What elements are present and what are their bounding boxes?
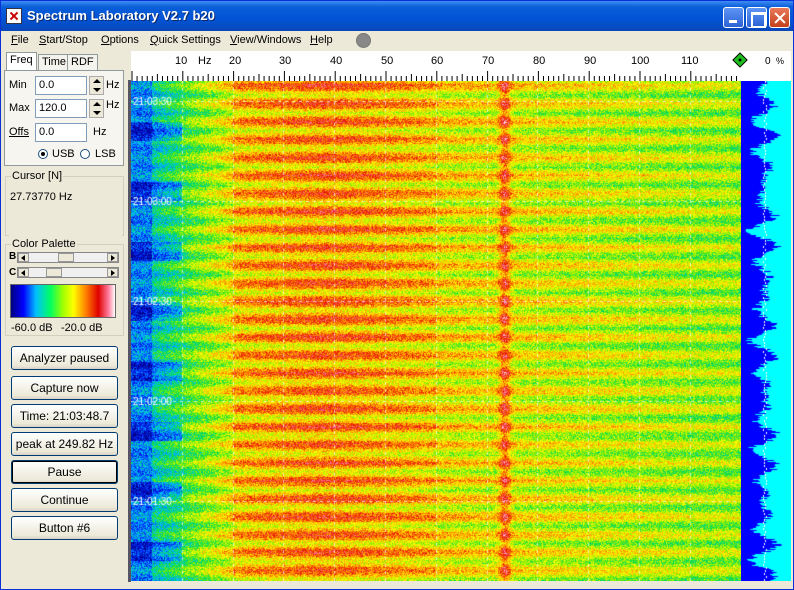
window-title: Spectrum Laboratory V2.7 b20: [27, 8, 215, 23]
offs-label: Offs: [9, 126, 29, 138]
scale-label: 50: [381, 55, 393, 67]
max-unit-label: Hz: [106, 99, 120, 111]
maximize-button[interactable]: [746, 7, 767, 28]
contrast-label: C: [9, 267, 17, 278]
min-freq-spinner[interactable]: [89, 76, 104, 95]
scale-label: 10: [175, 55, 187, 67]
scale-label: 70: [482, 55, 494, 67]
status-indicator-icon: [356, 33, 371, 48]
menu-file[interactable]: File: [11, 34, 29, 46]
slider-right-arrow-icon[interactable]: [107, 268, 118, 277]
max-label: Max: [9, 102, 30, 114]
cursor-frequency-value: 27.73770 Hz: [10, 191, 73, 203]
scale-label: Hz: [198, 55, 211, 67]
usb-label: USB: [52, 148, 75, 160]
frequency-scale[interactable]: 10 Hz 20 30 40 50 60 70 80 90 100 110 0%: [131, 51, 791, 81]
close-button[interactable]: [769, 7, 790, 28]
menu-start-stop[interactable]: Start/Stop: [39, 34, 88, 46]
scale-label: 30: [279, 55, 291, 67]
app-icon[interactable]: [6, 8, 22, 24]
app-window: Spectrum Laboratory V2.7 b20 File Start/…: [0, 0, 794, 590]
min-label: Min: [9, 79, 27, 91]
analyzer-paused-button[interactable]: Analyzer paused: [11, 346, 118, 370]
scale-label: 20: [229, 55, 241, 67]
spectrum-side-graph: [741, 81, 791, 581]
slider-left-arrow-icon[interactable]: [18, 253, 29, 262]
min-unit-label: Hz: [106, 79, 120, 91]
freq-settings-panel: Min 0.0 Hz Max 120.0 Hz Offs 0.0 Hz USB …: [4, 70, 124, 166]
color-palette-group: Color Palette B C -60.0 dB -20.0 dB: [5, 238, 124, 336]
level-scale-unit: %: [776, 56, 784, 66]
brightness-label: B: [9, 251, 17, 262]
scale-label: 60: [431, 55, 443, 67]
tab-freq[interactable]: Freq: [6, 52, 37, 71]
slider-right-arrow-icon[interactable]: [107, 253, 118, 262]
title-bar[interactable]: Spectrum Laboratory V2.7 b20: [1, 1, 793, 31]
tab-rdf[interactable]: RDF: [67, 54, 98, 71]
menu-options[interactable]: Options: [101, 34, 139, 46]
scale-label: 40: [330, 55, 342, 67]
brightness-slider-thumb[interactable]: [58, 253, 74, 262]
min-freq-input[interactable]: 0.0: [35, 76, 87, 95]
peak-button[interactable]: peak at 249.82 Hz: [11, 432, 118, 456]
pause-button[interactable]: Pause: [11, 460, 118, 484]
scale-label: 90: [584, 55, 596, 67]
color-palette-title: Color Palette: [11, 238, 77, 250]
brightness-slider[interactable]: [17, 252, 119, 263]
scale-label: 100: [631, 55, 649, 67]
scale-label: 80: [533, 55, 545, 67]
cursor-group-title: Cursor [N]: [11, 170, 64, 182]
menu-quick-settings[interactable]: Quick Settings: [150, 34, 221, 46]
usb-radio[interactable]: [38, 149, 48, 159]
waterfall-display[interactable]: [131, 81, 741, 581]
cursor-readout: 27.73770 Hz: [9, 191, 122, 236]
contrast-slider[interactable]: [17, 267, 119, 278]
slider-left-arrow-icon[interactable]: [18, 268, 29, 277]
lsb-radio[interactable]: [80, 149, 90, 159]
spectrogram-area: 10 Hz 20 30 40 50 60 70 80 90 100 110 0%: [128, 51, 793, 589]
control-panel: Freq Time RDF Min 0.0 Hz Max 120.0 Hz Of…: [1, 51, 127, 589]
marker-dot-icon: [738, 58, 742, 62]
lsb-label: LSB: [95, 148, 116, 160]
menu-bar: File Start/Stop Options Quick Settings V…: [1, 31, 793, 51]
scale-label: 110: [681, 55, 699, 67]
cursor-group: Cursor [N] 27.73770 Hz: [5, 170, 124, 236]
minimize-button[interactable]: [723, 7, 744, 28]
menu-help[interactable]: Help: [310, 34, 333, 46]
max-freq-input[interactable]: 120.0: [35, 99, 87, 118]
offset-input[interactable]: 0.0: [35, 123, 87, 142]
button-6[interactable]: Button #6: [11, 516, 118, 540]
capture-now-button[interactable]: Capture now: [11, 376, 118, 400]
color-palette-bar: [10, 284, 116, 318]
max-freq-spinner[interactable]: [89, 99, 104, 118]
contrast-slider-thumb[interactable]: [46, 268, 62, 277]
tab-time[interactable]: Time: [38, 54, 71, 71]
level-scale-value: 0: [765, 56, 771, 67]
palette-high-label: -20.0 dB: [61, 322, 103, 334]
offs-unit-label: Hz: [93, 126, 107, 138]
palette-low-label: -60.0 dB: [11, 322, 53, 334]
time-button[interactable]: Time: 21:03:48.7: [11, 404, 118, 428]
continue-button[interactable]: Continue: [11, 488, 118, 512]
menu-view-windows[interactable]: View/Windows: [230, 34, 301, 46]
